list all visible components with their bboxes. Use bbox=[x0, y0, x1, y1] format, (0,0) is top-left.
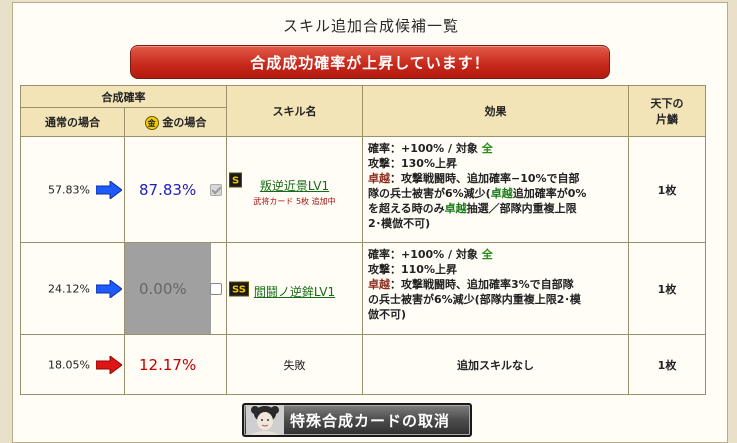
skill-link[interactable]: 叛逆近景LV1 bbox=[227, 177, 362, 194]
effect-keyword: 卓越 bbox=[368, 278, 390, 291]
candidate-table: 合成確率 スキル名 効果 天下の 片鱗 通常の場合 金 金の場合 57.83% … bbox=[20, 85, 706, 395]
gold-rate: 87.83% bbox=[139, 180, 197, 199]
effect-cell: 確率：+100% / 対象 全 攻撃：110%上昇 卓越：攻撃戦闘時、追加確率3… bbox=[362, 242, 629, 335]
normal-rate-cell: 18.05% bbox=[20, 334, 125, 395]
effect-target: 全 bbox=[481, 248, 493, 261]
effect-line: 隊の兵士被害が6%減少( bbox=[368, 187, 491, 200]
effect-line: 攻撃：130%上昇 bbox=[368, 157, 457, 170]
cost-header-line1: 天下の bbox=[650, 97, 684, 110]
fail-label: 失敗 bbox=[226, 334, 363, 395]
effect-cell: 確率：+100% / 対象 全 攻撃：130%上昇 卓越：攻撃戦闘時、追加確率−… bbox=[362, 136, 629, 243]
effect-line: 確率：+100% / 対象 bbox=[368, 142, 482, 155]
select-checkbox[interactable] bbox=[210, 183, 222, 196]
gold-coin-icon: 金 bbox=[144, 116, 159, 130]
cost-value: 1枚 bbox=[628, 136, 706, 243]
cost-header-line2: 片鱗 bbox=[656, 113, 678, 126]
table-row: 24.12% 0.00% SS 閻鬪ノ逆鉾LV1 確率：+100% / 対象 全… bbox=[20, 242, 706, 335]
cost-value: 1枚 bbox=[628, 334, 706, 395]
effect-line: 追加確率が0% bbox=[512, 187, 587, 200]
effect-line: ：攻撃戦闘時、追加確率−10%で自部 bbox=[390, 172, 580, 185]
normal-rate-cell: 57.83% bbox=[20, 136, 125, 243]
skill-note: 武将カード 5枚 追加中 bbox=[253, 197, 336, 206]
effect-line: ：攻撃戦闘時、追加確率3%で自部隊 bbox=[390, 278, 574, 291]
page-title: スキル追加合成候補一覧 bbox=[282, 17, 459, 35]
effect-keyword: 卓越 bbox=[444, 202, 467, 215]
normal-rate: 18.05% bbox=[48, 358, 90, 371]
table-row: 57.83% 87.83% S 叛逆近景LV1 武将カード 5枚 追加中 確率：… bbox=[20, 136, 706, 243]
cancel-button-label: 特殊合成カードの取消 bbox=[290, 411, 451, 430]
effect-target: 全 bbox=[481, 142, 493, 155]
skill-cell: SS 閻鬪ノ逆鉾LV1 bbox=[226, 242, 363, 335]
effect-line: 倣不可) bbox=[368, 308, 407, 321]
table-row: 18.05% 12.17% 失敗 追加スキルなし 1枚 bbox=[20, 334, 706, 395]
cancel-special-card-button[interactable]: 特殊合成カードの取消 bbox=[242, 403, 472, 437]
effect-line: 攻撃：110%上昇 bbox=[368, 263, 457, 276]
cost-header: 天下の 片鱗 bbox=[628, 85, 706, 137]
gold-rate-cell: 87.83% bbox=[124, 136, 227, 243]
gold-rate-cell: 12.17% bbox=[124, 334, 227, 395]
arrow-right-icon bbox=[96, 355, 122, 374]
effect-keyword: 卓越 bbox=[490, 187, 513, 200]
gold-rate: 0.00% bbox=[139, 279, 187, 298]
effect-header: 効果 bbox=[362, 85, 629, 137]
effect-line: を超える時のみ bbox=[368, 202, 445, 215]
effect-line: 確率：+100% / 対象 bbox=[368, 248, 482, 261]
effect-keyword: 卓越 bbox=[368, 172, 390, 185]
skill-header: スキル名 bbox=[226, 85, 363, 137]
effect-cell: 追加スキルなし bbox=[362, 334, 629, 395]
cost-value: 1枚 bbox=[628, 242, 706, 335]
skill-link[interactable]: 閻鬪ノ逆鉾LV1 bbox=[227, 283, 362, 300]
normal-rate-cell: 24.12% bbox=[20, 242, 125, 335]
gold-rate-cell: 0.00% bbox=[124, 242, 227, 335]
normal-rate: 57.83% bbox=[48, 183, 90, 196]
normal-header: 通常の場合 bbox=[20, 107, 125, 137]
effect-line: の兵士被害が6%減少(部隊内重複上限2･模 bbox=[368, 293, 581, 306]
effect-line: 抽選／部隊内重複上限 bbox=[466, 202, 577, 215]
normal-rate: 24.12% bbox=[48, 282, 90, 295]
arrow-right-icon bbox=[96, 279, 122, 298]
success-rate-banner: 合成成功確率が上昇しています！ bbox=[130, 45, 610, 79]
skill-cell: S 叛逆近景LV1 武将カード 5枚 追加中 bbox=[226, 136, 363, 243]
character-portrait-icon bbox=[246, 405, 284, 435]
arrow-right-icon bbox=[96, 180, 122, 199]
effect-line: 2･模倣不可) bbox=[368, 217, 431, 230]
gold-rate: 12.17% bbox=[139, 355, 197, 374]
gold-header: 金 金の場合 bbox=[124, 107, 227, 137]
gold-header-label: 金の場合 bbox=[162, 116, 207, 129]
rate-group-header: 合成確率 bbox=[20, 85, 227, 108]
select-checkbox[interactable] bbox=[210, 282, 222, 295]
